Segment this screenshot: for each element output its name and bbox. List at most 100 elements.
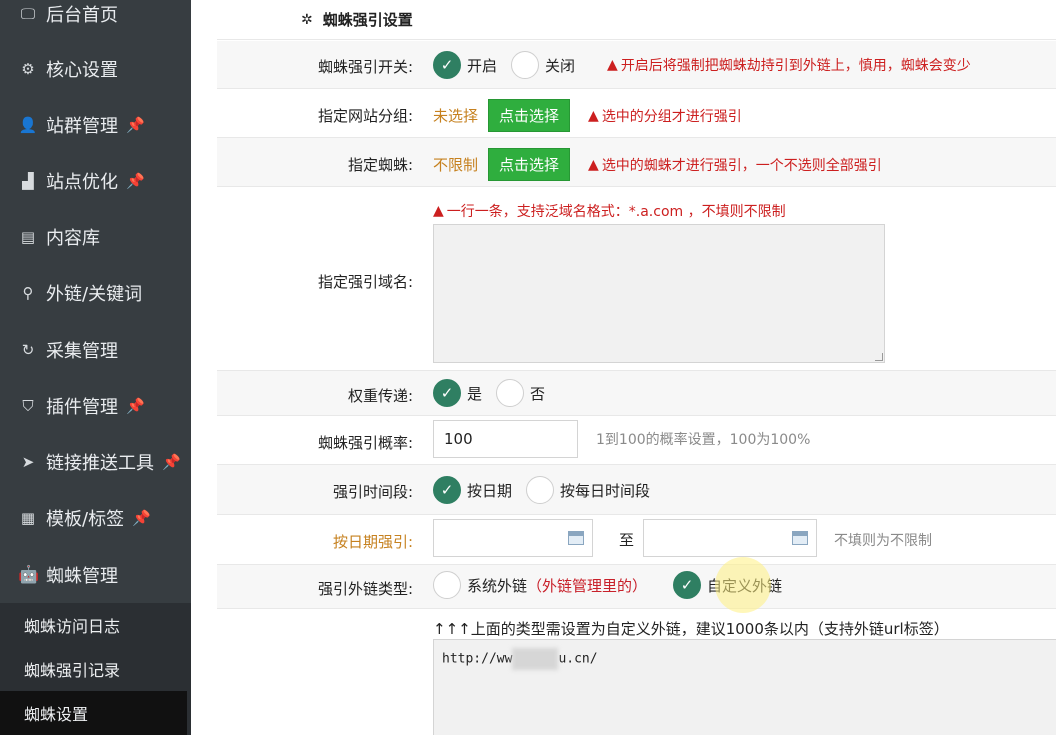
resize-grip-icon[interactable] bbox=[875, 353, 883, 361]
link-line-suffix: u.cn/ bbox=[558, 651, 598, 667]
domain-textarea[interactable] bbox=[433, 224, 885, 363]
submenu-label: 蜘蛛访问日志 bbox=[24, 617, 121, 636]
sidebar-item-home[interactable]: 🖵 后台首页 bbox=[0, 0, 191, 42]
sidebar-item-plugins[interactable]: ⛉ 插件管理 📌 bbox=[0, 378, 191, 434]
rate-input[interactable]: 100 bbox=[433, 420, 578, 458]
document-icon: ▤ bbox=[20, 228, 36, 246]
rate-label: 蜘蛛强引概率: bbox=[317, 434, 413, 452]
sidebar: 🖵 后台首页 ⚙ 核心设置 👤 站群管理 📌 ▟ 站点优化 📌 ▤ 内容库 ⚲ … bbox=[0, 0, 191, 735]
sidebar-item-label: 后台首页 bbox=[46, 5, 118, 26]
sidebar-item-link-push[interactable]: ➤ 链接推送工具 📌 bbox=[0, 434, 191, 490]
radio-label: 是 bbox=[467, 384, 483, 403]
switch-label: 蜘蛛强引开关: bbox=[317, 58, 413, 76]
check-icon: ✓ bbox=[673, 571, 702, 599]
sidebar-item-label: 站群管理 bbox=[46, 116, 118, 137]
settings-panel: ✲ 蜘蛛强引设置 蜘蛛强引开关: ✓ 开启 关闭 ▲ 开启后将强制把蜘蛛劫持引到… bbox=[217, 0, 1056, 735]
pin-icon: 📌 bbox=[126, 116, 145, 134]
submenu-spider-log[interactable]: 蜘蛛访问日志 bbox=[0, 603, 191, 647]
row-rate: 蜘蛛强引概率: 100 1到100的概率设置，100为100% bbox=[217, 416, 1056, 465]
sidebar-item-label: 蜘蛛管理 bbox=[46, 566, 118, 587]
gear-icon: ✲ bbox=[301, 11, 313, 28]
domain-hint: ▲ 一行一条，支持泛域名格式：*.a.com ，不填则不限制 bbox=[433, 201, 786, 221]
check-icon: ✓ bbox=[433, 51, 461, 79]
spider-warning: ▲ 选中的蜘蛛才进行强引，一个不选则全部强引 bbox=[588, 155, 882, 175]
warning-icon: ▲ bbox=[433, 203, 444, 219]
key-icon: ⚲ bbox=[22, 284, 34, 302]
empty-circle-icon bbox=[496, 379, 525, 407]
custom-links-hint: ↑↑↑上面的类型需设置为自定义外链，建议1000条以内（支持外链url标签） bbox=[433, 620, 949, 638]
pin-icon: 📌 bbox=[132, 509, 151, 527]
rate-field: 100 1到100的概率设置，100为100% bbox=[433, 420, 810, 458]
user-icon: 👤 bbox=[18, 116, 38, 134]
refresh-icon: ↻ bbox=[21, 341, 35, 359]
group-warning: ▲ 选中的分组才进行强引 bbox=[588, 106, 742, 126]
cursor-highlight bbox=[715, 557, 771, 613]
send-icon: ➤ bbox=[21, 453, 35, 471]
radio-weight-no[interactable]: 否 bbox=[496, 379, 545, 407]
radio-label: 否 bbox=[530, 384, 546, 403]
row-custom-links: ↑↑↑上面的类型需设置为自定义外链，建议1000条以内（支持外链url标签） h… bbox=[217, 609, 1056, 735]
sidebar-item-links-keywords[interactable]: ⚲ 外链/关键词 bbox=[0, 265, 191, 321]
radio-time-daily[interactable]: 按每日时间段 bbox=[526, 476, 650, 504]
panel-header: ✲ 蜘蛛强引设置 bbox=[217, 0, 1056, 40]
spider-submenu: 蜘蛛访问日志 蜘蛛强引记录 蜘蛛设置 bbox=[0, 603, 191, 735]
warning-icon: ▲ bbox=[588, 156, 599, 173]
radio-switch-on[interactable]: ✓ 开启 bbox=[433, 51, 497, 79]
row-group: 指定网站分组: 未选择 点击选择 ▲ 选中的分组才进行强引 bbox=[217, 89, 1056, 138]
radio-label: 按日期 bbox=[467, 481, 513, 500]
pin-icon: 📌 bbox=[162, 453, 181, 471]
sidebar-item-spider[interactable]: 🤖 蜘蛛管理 bbox=[0, 547, 191, 603]
pin-icon: 📌 bbox=[126, 172, 145, 190]
panel-title: 蜘蛛强引设置 bbox=[322, 11, 413, 29]
row-weight: 权重传递: ✓ 是 否 bbox=[217, 371, 1056, 416]
sidebar-item-label: 采集管理 bbox=[46, 341, 118, 362]
weight-field: ✓ 是 否 bbox=[433, 379, 559, 407]
calendar-icon[interactable] bbox=[792, 531, 808, 545]
row-switch: 蜘蛛强引开关: ✓ 开启 关闭 ▲ 开启后将强制把蜘蛛劫持引到外链上，慎用，蜘蛛… bbox=[217, 41, 1056, 89]
calendar-icon[interactable] bbox=[568, 531, 584, 545]
sidebar-item-site-optimize[interactable]: ▟ 站点优化 📌 bbox=[0, 153, 191, 209]
radio-label: 关闭 bbox=[545, 56, 576, 75]
date-separator: 至 bbox=[619, 531, 635, 549]
submenu-spider-settings[interactable]: 蜘蛛设置 bbox=[0, 691, 187, 735]
submenu-spider-redirect-log[interactable]: 蜘蛛强引记录 bbox=[0, 647, 191, 691]
plugin-icon: ⛉ bbox=[22, 397, 34, 415]
sidebar-item-label: 插件管理 bbox=[46, 397, 118, 418]
radio-weight-yes[interactable]: ✓ 是 bbox=[433, 379, 482, 407]
android-icon: 🤖 bbox=[18, 565, 40, 585]
sidebar-item-core-settings[interactable]: ⚙ 核心设置 bbox=[0, 41, 191, 97]
date-range-hint: 不填则为不限制 bbox=[834, 533, 932, 549]
redacted-block bbox=[512, 648, 559, 670]
empty-circle-icon bbox=[511, 51, 540, 79]
radio-time-date[interactable]: ✓ 按日期 bbox=[433, 476, 512, 504]
row-date-range: 按日期强引: 至 不填则为不限制 bbox=[217, 515, 1056, 565]
sidebar-item-label: 链接推送工具 bbox=[46, 453, 154, 474]
radio-label: 按每日时间段 bbox=[560, 481, 651, 500]
custom-links-textarea[interactable]: http://ww u.cn/ bbox=[433, 639, 1056, 735]
radio-switch-off[interactable]: 关闭 bbox=[511, 51, 575, 79]
empty-circle-icon bbox=[433, 571, 461, 599]
time-label: 强引时间段: bbox=[332, 483, 413, 501]
check-icon: ✓ bbox=[433, 476, 461, 504]
spider-label: 指定蜘蛛: bbox=[347, 156, 413, 174]
sidebar-item-content-library[interactable]: ▤ 内容库 bbox=[0, 209, 191, 265]
submenu-label: 蜘蛛强引记录 bbox=[24, 661, 121, 680]
sidebar-item-collect[interactable]: ↻ 采集管理 bbox=[0, 322, 191, 378]
sidebar-item-label: 内容库 bbox=[46, 228, 100, 249]
end-date-input[interactable] bbox=[643, 519, 817, 557]
sidebar-item-site-group[interactable]: 👤 站群管理 📌 bbox=[0, 97, 191, 153]
warning-text: 选中的分组才进行强引 bbox=[601, 108, 742, 125]
spider-value: 不限制 bbox=[433, 156, 479, 174]
template-icon: ▦ bbox=[20, 509, 36, 527]
hint-text: 一行一条，支持泛域名格式：*.a.com ，不填则不限制 bbox=[446, 204, 786, 220]
row-time: 强引时间段: ✓ 按日期 按每日时间段 bbox=[217, 465, 1056, 515]
warning-text: 选中的蜘蛛才进行强引，一个不选则全部强引 bbox=[601, 157, 882, 174]
select-spider-button[interactable]: 点击选择 bbox=[488, 148, 571, 181]
gear-icon: ⚙ bbox=[21, 60, 35, 78]
group-field: 未选择 点击选择 ▲ 选中的分组才进行强引 bbox=[433, 99, 742, 132]
sidebar-item-templates[interactable]: ▦ 模板/标签 📌 bbox=[0, 490, 191, 546]
radio-link-system[interactable]: 系统外链 （外链管理里的） bbox=[433, 571, 647, 599]
select-group-button[interactable]: 点击选择 bbox=[488, 99, 571, 132]
main-content: ✲ 蜘蛛强引设置 蜘蛛强引开关: ✓ 开启 关闭 ▲ 开启后将强制把蜘蛛劫持引到… bbox=[191, 0, 1056, 735]
start-date-input[interactable] bbox=[433, 519, 593, 557]
